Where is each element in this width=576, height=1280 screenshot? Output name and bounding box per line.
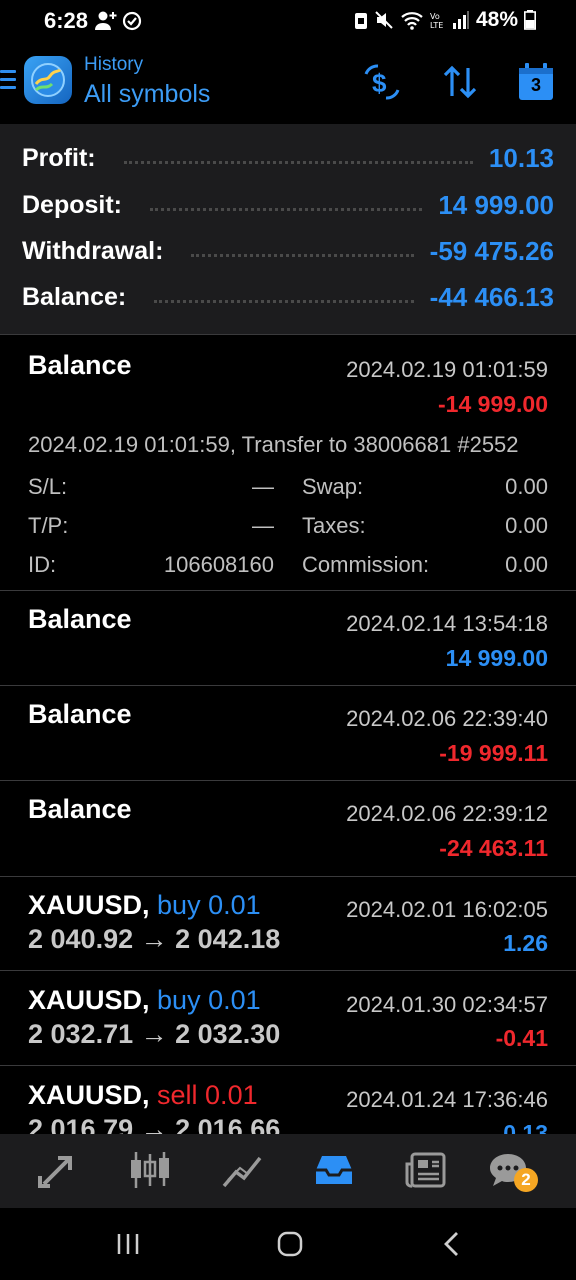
deal-amount: -14 999.00 [438, 391, 548, 417]
recent-apps-icon[interactable] [116, 1232, 140, 1256]
news-icon[interactable] [404, 1150, 448, 1190]
tp-label: T/P: [28, 513, 69, 538]
deal-title: Balance [28, 699, 132, 729]
battery-percent: 48% [475, 8, 518, 31]
commission-label: Commission: [302, 552, 430, 577]
system-nav-bar [0, 1208, 576, 1280]
trade-side: sell 0.01 [157, 1080, 258, 1110]
deal-title: Balance [28, 794, 132, 824]
mute-icon [375, 11, 393, 29]
trade-icon[interactable] [36, 1150, 80, 1190]
menu-icon[interactable] [0, 70, 16, 92]
id-value: 106608160 [163, 552, 274, 577]
deal-time: 2024.02.06 22:39:40 [346, 706, 548, 731]
sync-check-icon [122, 11, 142, 31]
id-label: ID: [28, 552, 57, 577]
deal-amount: 14 999.00 [445, 645, 548, 671]
chart-icon[interactable] [220, 1150, 264, 1190]
metatrader-logo[interactable] [24, 56, 72, 104]
history-summary: Profit: 10.13 Deposit: 14 999.00 Withdra… [0, 124, 576, 334]
calendar-icon[interactable]: 3 [516, 62, 556, 102]
swap-label: Swap: [302, 474, 364, 499]
trade-symbol: XAUUSD, [28, 890, 150, 920]
profit-value: 10.13 [488, 142, 554, 173]
trade-prices: 2 040.92 → 2 042.18 [28, 924, 280, 955]
swap-value: 0.00 [505, 474, 548, 499]
svg-text:Vo: Vo [430, 12, 440, 21]
withdrawal-label: Withdrawal: [22, 236, 164, 265]
trade-profit: -0.41 [495, 1025, 548, 1051]
deposit-row: Deposit: 14 999.00 [22, 185, 554, 225]
person-add-icon [95, 11, 117, 30]
sort-icon[interactable] [440, 62, 480, 102]
bottom-nav: 2 [0, 1134, 576, 1208]
commission-value: 0.00 [505, 552, 548, 577]
deal-title: Balance [28, 604, 132, 634]
chat-nav-item[interactable]: 2 [488, 1150, 538, 1192]
home-icon[interactable] [276, 1230, 304, 1258]
sl-value: — [252, 474, 274, 499]
header-subtitle: History [84, 54, 144, 75]
open-price: 2 032.71 [28, 1019, 134, 1049]
arrow: → [140, 924, 168, 954]
taxes-value: 0.00 [505, 513, 548, 538]
history-inbox-icon[interactable] [312, 1150, 356, 1190]
tp-value: — [252, 513, 274, 538]
withdrawal-value: -59 475.26 [429, 235, 554, 266]
withdrawal-row: Withdrawal: -59 475.26 [22, 231, 554, 271]
back-icon[interactable] [440, 1230, 464, 1258]
trade-time: 2024.02.01 16:02:05 [346, 897, 548, 922]
trade-symbol: XAUUSD, [28, 1080, 150, 1110]
chat-badge: 2 [514, 1168, 538, 1192]
close-price: 2 042.18 [175, 924, 281, 954]
balance-label: Balance: [22, 282, 127, 311]
trade-header: XAUUSD, buy 0.01 [28, 985, 261, 1016]
taxes-label: Taxes: [302, 513, 366, 538]
deal-title: Balance [28, 350, 132, 380]
balance-value: -44 466.13 [429, 281, 554, 312]
trade-symbol: XAUUSD, [28, 985, 150, 1015]
balance-row: Balance: -44 466.13 [22, 277, 554, 317]
arrow: → [140, 1019, 168, 1049]
deal-amount: -24 463.11 [439, 835, 548, 861]
deal-time: 2024.02.19 01:01:59 [346, 357, 548, 382]
trade-side: buy 0.01 [157, 890, 261, 920]
battery-icon [524, 10, 536, 30]
trade-header: XAUUSD, buy 0.01 [28, 890, 261, 921]
wifi-icon [401, 12, 423, 30]
trade-profit: 1.26 [503, 930, 548, 956]
volte-icon: Vo LTE [430, 12, 443, 30]
profit-label: Profit: [22, 143, 96, 172]
trade-header: XAUUSD, sell 0.01 [28, 1080, 258, 1111]
status-bar: 6:28 Vo LTE 48% [0, 0, 576, 42]
profit-row: Profit: 10.13 [22, 138, 554, 178]
app-header: History All symbols $ 3 [0, 42, 576, 124]
svg-text:LTE: LTE [430, 21, 443, 30]
symbol-selector[interactable]: All symbols [84, 80, 210, 109]
deal-comment: 2024.02.19 01:01:59, Transfer to 3800668… [28, 432, 519, 457]
trade-prices: 2 032.71 → 2 032.30 [28, 1019, 280, 1050]
deposit-value: 14 999.00 [438, 189, 554, 220]
svg-text:$: $ [372, 68, 387, 98]
trade-time: 2024.01.30 02:34:57 [346, 992, 548, 1017]
deal-time: 2024.02.06 22:39:12 [346, 801, 548, 826]
calendar-day: 3 [530, 75, 541, 95]
deposit-label: Deposit: [22, 190, 122, 219]
trade-time: 2024.01.24 17:36:46 [346, 1087, 548, 1112]
status-time: 6:28 [44, 8, 89, 33]
deal-time: 2024.02.14 13:54:18 [346, 611, 548, 636]
trade-side: buy 0.01 [157, 985, 261, 1015]
open-price: 2 040.92 [28, 924, 134, 954]
close-price: 2 032.30 [175, 1019, 281, 1049]
currency-exchange-icon[interactable]: $ [362, 62, 402, 102]
quotes-chart-icon[interactable] [128, 1150, 172, 1190]
sl-label: S/L: [28, 474, 68, 499]
deal-amount: -19 999.11 [439, 740, 548, 766]
lock-icon [354, 13, 367, 29]
signal-icon [452, 11, 469, 29]
